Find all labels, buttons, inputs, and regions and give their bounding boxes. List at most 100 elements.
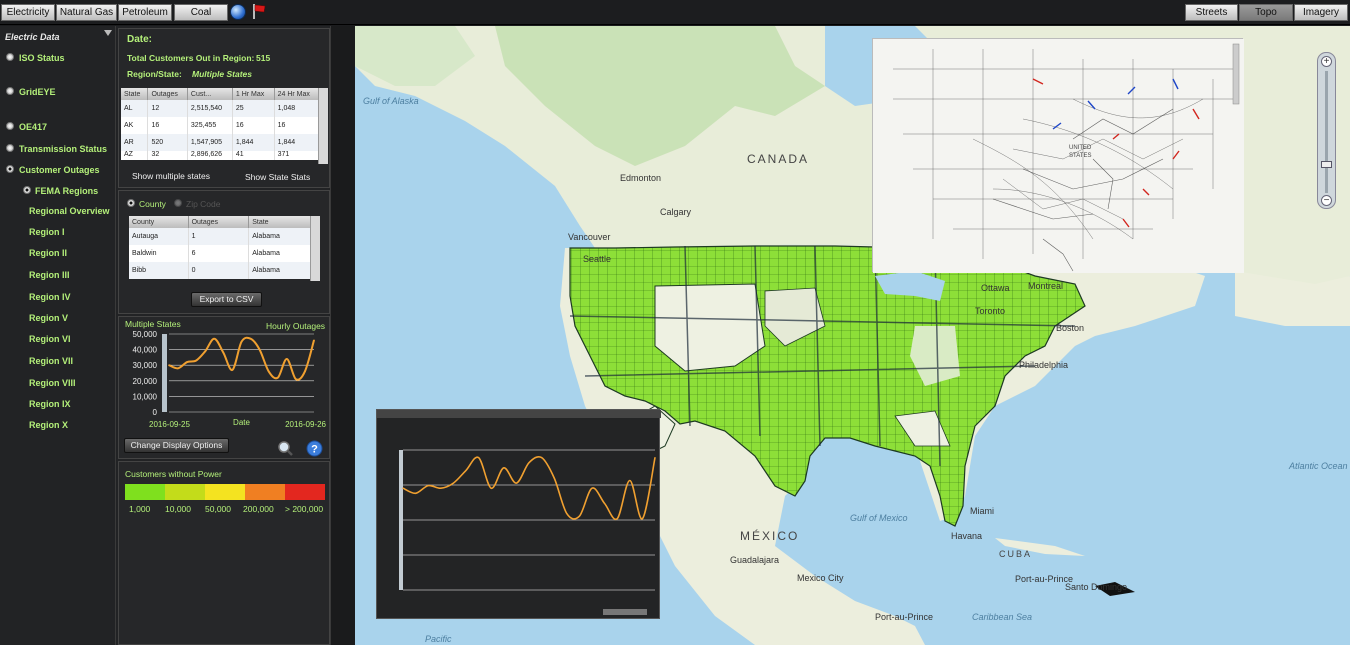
- flag-icon[interactable]: [252, 3, 266, 20]
- sidebar-item-fema-regions[interactable]: FEMA Regions: [35, 186, 98, 196]
- zoom-track[interactable]: [1325, 71, 1328, 193]
- legend-swatch: [205, 484, 245, 500]
- popup-close-button[interactable]: [603, 609, 647, 615]
- data-point: [213, 337, 216, 340]
- county-option-label[interactable]: County: [139, 199, 166, 209]
- legend-label: 200,000: [243, 504, 274, 514]
- sidebar-item-customer-outages[interactable]: Customer Outages: [19, 165, 100, 175]
- radio-iso-status[interactable]: [6, 53, 14, 61]
- y-scrollbar[interactable]: [399, 450, 403, 590]
- zoom-slider[interactable]: + −: [1317, 52, 1336, 209]
- show-state-stats-link[interactable]: Show State Stats: [245, 172, 310, 182]
- cell: 6: [188, 245, 250, 262]
- zip-option-label[interactable]: Zip Code: [186, 199, 221, 209]
- region-link-2[interactable]: Region II: [29, 248, 67, 258]
- radio-grideye[interactable]: [6, 87, 14, 95]
- state-table-scrollbar[interactable]: [318, 88, 328, 164]
- expanded-chart-popup[interactable]: [376, 409, 661, 619]
- y-tick-label: 30,000: [133, 361, 158, 370]
- sidebar-item-grideye[interactable]: GridEYE: [19, 87, 56, 97]
- region-link-8[interactable]: Region VIII: [29, 378, 76, 388]
- y-scrollbar[interactable]: [162, 334, 167, 412]
- region-link-6[interactable]: Region VI: [29, 334, 71, 344]
- radio-zip-code[interactable]: [174, 199, 182, 207]
- map-label-philadelphia: Philadelphia: [1019, 360, 1069, 370]
- top-toolbar: Electricity Natural Gas Petroleum Coal S…: [0, 0, 1350, 25]
- cell: AR: [121, 134, 149, 151]
- sidebar-item-iso-status[interactable]: ISO Status: [19, 53, 65, 63]
- region-link-1[interactable]: Region I: [29, 227, 65, 237]
- basemap-topo-button[interactable]: Topo: [1239, 4, 1293, 21]
- show-multiple-states-link[interactable]: Show multiple states: [132, 171, 210, 181]
- col-header-outages[interactable]: Outages: [147, 88, 188, 100]
- table-row[interactable]: AR 520 1,547,905 1,844 1,844: [121, 134, 322, 151]
- x-tick-label: 2016-09-25: [149, 420, 190, 429]
- basemap-streets-button[interactable]: Streets: [1185, 4, 1238, 21]
- magnifier-icon[interactable]: [277, 440, 294, 457]
- col-header-county[interactable]: County: [129, 216, 189, 228]
- tab-coal[interactable]: Coal: [174, 4, 228, 21]
- summary-section: Date: Total Customers Out in Region: 515…: [118, 28, 330, 188]
- col-header-customers[interactable]: Cust...: [187, 88, 233, 100]
- table-row[interactable]: Bibb 0 Alabama: [129, 262, 312, 279]
- region-link-9[interactable]: Region IX: [29, 399, 71, 409]
- col-header-state[interactable]: State: [121, 88, 149, 100]
- region-link-4[interactable]: Region IV: [29, 292, 71, 302]
- globe-icon[interactable]: [230, 4, 246, 20]
- region-link-3[interactable]: Region III: [29, 270, 70, 280]
- cell: 0: [188, 262, 250, 279]
- cell: 1,844: [232, 134, 275, 151]
- radio-oe417[interactable]: [6, 122, 14, 130]
- table-row[interactable]: Baldwin 6 Alabama: [129, 245, 312, 262]
- data-point: [195, 359, 197, 362]
- map-label-calgary: Calgary: [660, 207, 692, 217]
- radio-county[interactable]: [127, 199, 135, 207]
- col-header-1hr-max[interactable]: 1 Hr Max: [232, 88, 275, 100]
- data-point: [515, 482, 517, 484]
- col-header-24hr-max[interactable]: 24 Hr Max: [274, 88, 322, 100]
- svg-text:UNITED: UNITED: [1069, 145, 1092, 151]
- table-row[interactable]: AK 16 325,455 16 16: [121, 117, 322, 134]
- sidebar-item-transmission-status[interactable]: Transmission Status: [19, 144, 107, 154]
- region-link-7[interactable]: Region VII: [29, 356, 73, 366]
- radio-customer-outages[interactable]: [6, 165, 14, 173]
- tab-electricity[interactable]: Electricity: [1, 4, 55, 21]
- state-table: State Outages Cust... 1 Hr Max 24 Hr Max…: [121, 88, 322, 160]
- popup-titlebar[interactable]: [377, 410, 661, 418]
- table-row[interactable]: AL 12 2,515,540 25 1,048: [121, 100, 322, 117]
- zoom-out-button[interactable]: −: [1321, 195, 1332, 206]
- tab-petroleum[interactable]: Petroleum: [118, 4, 172, 21]
- sidebar: Electric Data ISO Status GridEYE OE417 T…: [0, 26, 116, 645]
- region-link-10[interactable]: Region X: [29, 420, 68, 430]
- basemap-imagery-button[interactable]: Imagery: [1294, 4, 1348, 21]
- export-csv-button[interactable]: Export to CSV: [191, 292, 262, 307]
- county-table-scrollbar[interactable]: [310, 216, 320, 281]
- data-point: [258, 348, 261, 351]
- y-tick-label: 0: [153, 408, 158, 417]
- legend-swatch: [125, 484, 165, 500]
- county-table: County Outages State Autauga 1 Alabama B…: [129, 216, 312, 279]
- map-label-ottawa: Ottawa: [981, 283, 1010, 293]
- radio-transmission-status[interactable]: [6, 144, 14, 152]
- table-row[interactable]: AZ 32 2,896,626 41 371: [121, 151, 322, 160]
- help-icon[interactable]: ?: [306, 440, 323, 457]
- tab-natural-gas[interactable]: Natural Gas: [56, 4, 117, 21]
- transmission-overlay-map[interactable]: UNITED STATES: [872, 38, 1244, 273]
- col-header-outages[interactable]: Outages: [188, 216, 250, 228]
- region-link-overview[interactable]: Regional Overview: [29, 206, 110, 216]
- cell: 32: [147, 151, 188, 160]
- zoom-thumb[interactable]: [1321, 161, 1332, 168]
- table-row[interactable]: Autauga 1 Alabama: [129, 228, 312, 245]
- cell: 2,515,540: [187, 100, 233, 117]
- radio-fema-regions[interactable]: [23, 186, 31, 194]
- cell: 1: [188, 228, 250, 245]
- zoom-in-button[interactable]: +: [1321, 56, 1332, 67]
- change-display-options-button[interactable]: Change Display Options: [124, 438, 229, 453]
- sidebar-item-oe417[interactable]: OE417: [19, 122, 47, 132]
- col-header-state[interactable]: State: [248, 216, 312, 228]
- data-point: [304, 370, 306, 373]
- data-point: [186, 361, 188, 363]
- map-label-havana: Havana: [951, 531, 983, 541]
- region-link-5[interactable]: Region V: [29, 313, 68, 323]
- collapse-arrow-icon[interactable]: [104, 30, 112, 38]
